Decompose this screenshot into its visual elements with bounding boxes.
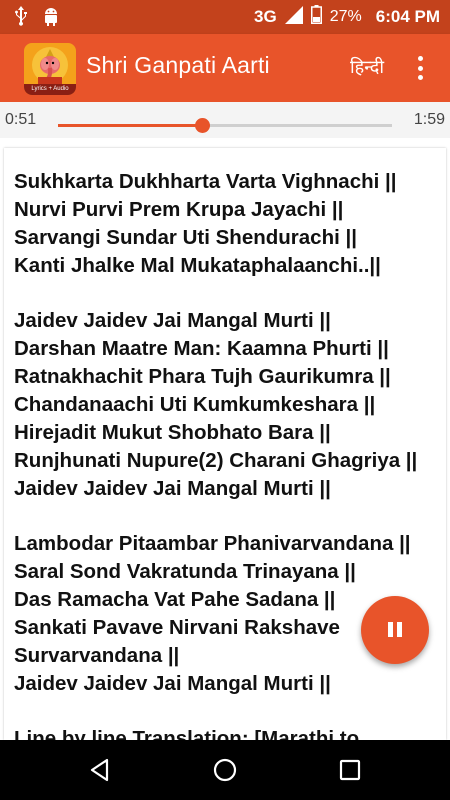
lyric-line: Sarvangi Sundar Uti Shendurachi ||: [14, 226, 357, 249]
pause-button[interactable]: [361, 596, 429, 664]
usb-icon: [14, 6, 28, 31]
menu-dot: [417, 56, 423, 61]
seek-bar[interactable]: [58, 118, 392, 133]
lyric-line: Jaidev Jaidev Jai Mangal Murti ||: [14, 309, 331, 332]
android-icon: [42, 6, 60, 31]
lyric-line: Ratnakhachit Phara Tujh Gaurikumra ||: [14, 365, 391, 388]
more-vert-icon[interactable]: [413, 54, 427, 82]
lyric-line: Nurvi Purvi Prem Krupa Jayachi ||: [14, 198, 344, 221]
lyric-line: Hirejadit Mukut Shobhato Bara ||: [14, 421, 331, 444]
battery-icon: [310, 5, 322, 29]
lyric-line: Lambodar Pitaambar Phanivarvandana ||: [14, 532, 411, 555]
network-type: 3G: [254, 7, 277, 26]
battery-percent: 27%: [329, 8, 362, 25]
app-bar: Lyrics + Audio Shri Ganpati Aarti हिन्दी: [0, 34, 450, 102]
app-title: Shri Ganpati Aarti: [86, 52, 270, 78]
lyric-line: Runjhunati Nupure(2) Charani Ghagriya ||: [14, 449, 418, 472]
status-bar: 3G 27% 6:04 PM: [0, 0, 450, 34]
home-icon[interactable]: [210, 755, 240, 785]
app-logo: Lyrics + Audio: [24, 43, 76, 95]
lyric-line: Darshan Maatre Man: Kaamna Phurti ||: [14, 337, 389, 360]
menu-dot: [417, 65, 423, 71]
stanza-1: Sukhkarta Dukhharta Varta Vighnachi || N…: [14, 168, 446, 280]
menu-dot: [417, 75, 423, 80]
language-toggle-button[interactable]: हिन्दी: [350, 55, 384, 79]
back-icon[interactable]: [85, 755, 115, 785]
lyric-line: Chandanaachi Uti Kumkumkeshara ||: [14, 393, 376, 416]
lyric-line: Jaidev Jaidev Jai Mangal Murti ||: [14, 477, 331, 500]
lyric-line: Sukhkarta Dukhharta Varta Vighnachi ||: [14, 170, 397, 193]
current-time: 0:51: [5, 111, 37, 128]
lyric-line: Saral Sond Vakratunda Trinayana ||: [14, 560, 356, 583]
lyric-line: Jaidev Jaidev Jai Mangal Murti ||: [14, 672, 331, 695]
seek-thumb[interactable]: [194, 118, 210, 133]
translation-heading: Line by line Translation: [Marathi to: [14, 727, 360, 740]
seek-progress: [58, 124, 202, 127]
stanza-2: Jaidev Jaidev Jai Mangal Murti || Darsha…: [14, 307, 446, 503]
clock: 6:04 PM: [375, 7, 440, 26]
pause-bar: [388, 622, 393, 637]
recents-icon[interactable]: [335, 755, 365, 785]
signal-icon: [284, 5, 303, 29]
app-icon-caption: Lyrics + Audio: [24, 84, 76, 95]
total-time: 1:59: [413, 111, 445, 128]
system-nav-bar: [0, 740, 450, 800]
pause-bar: [397, 622, 402, 637]
audio-player: 0:51 1:59: [0, 102, 450, 138]
lyric-line: Kanti Jhalke Mal Mukataphalaanchi..||: [14, 254, 381, 277]
